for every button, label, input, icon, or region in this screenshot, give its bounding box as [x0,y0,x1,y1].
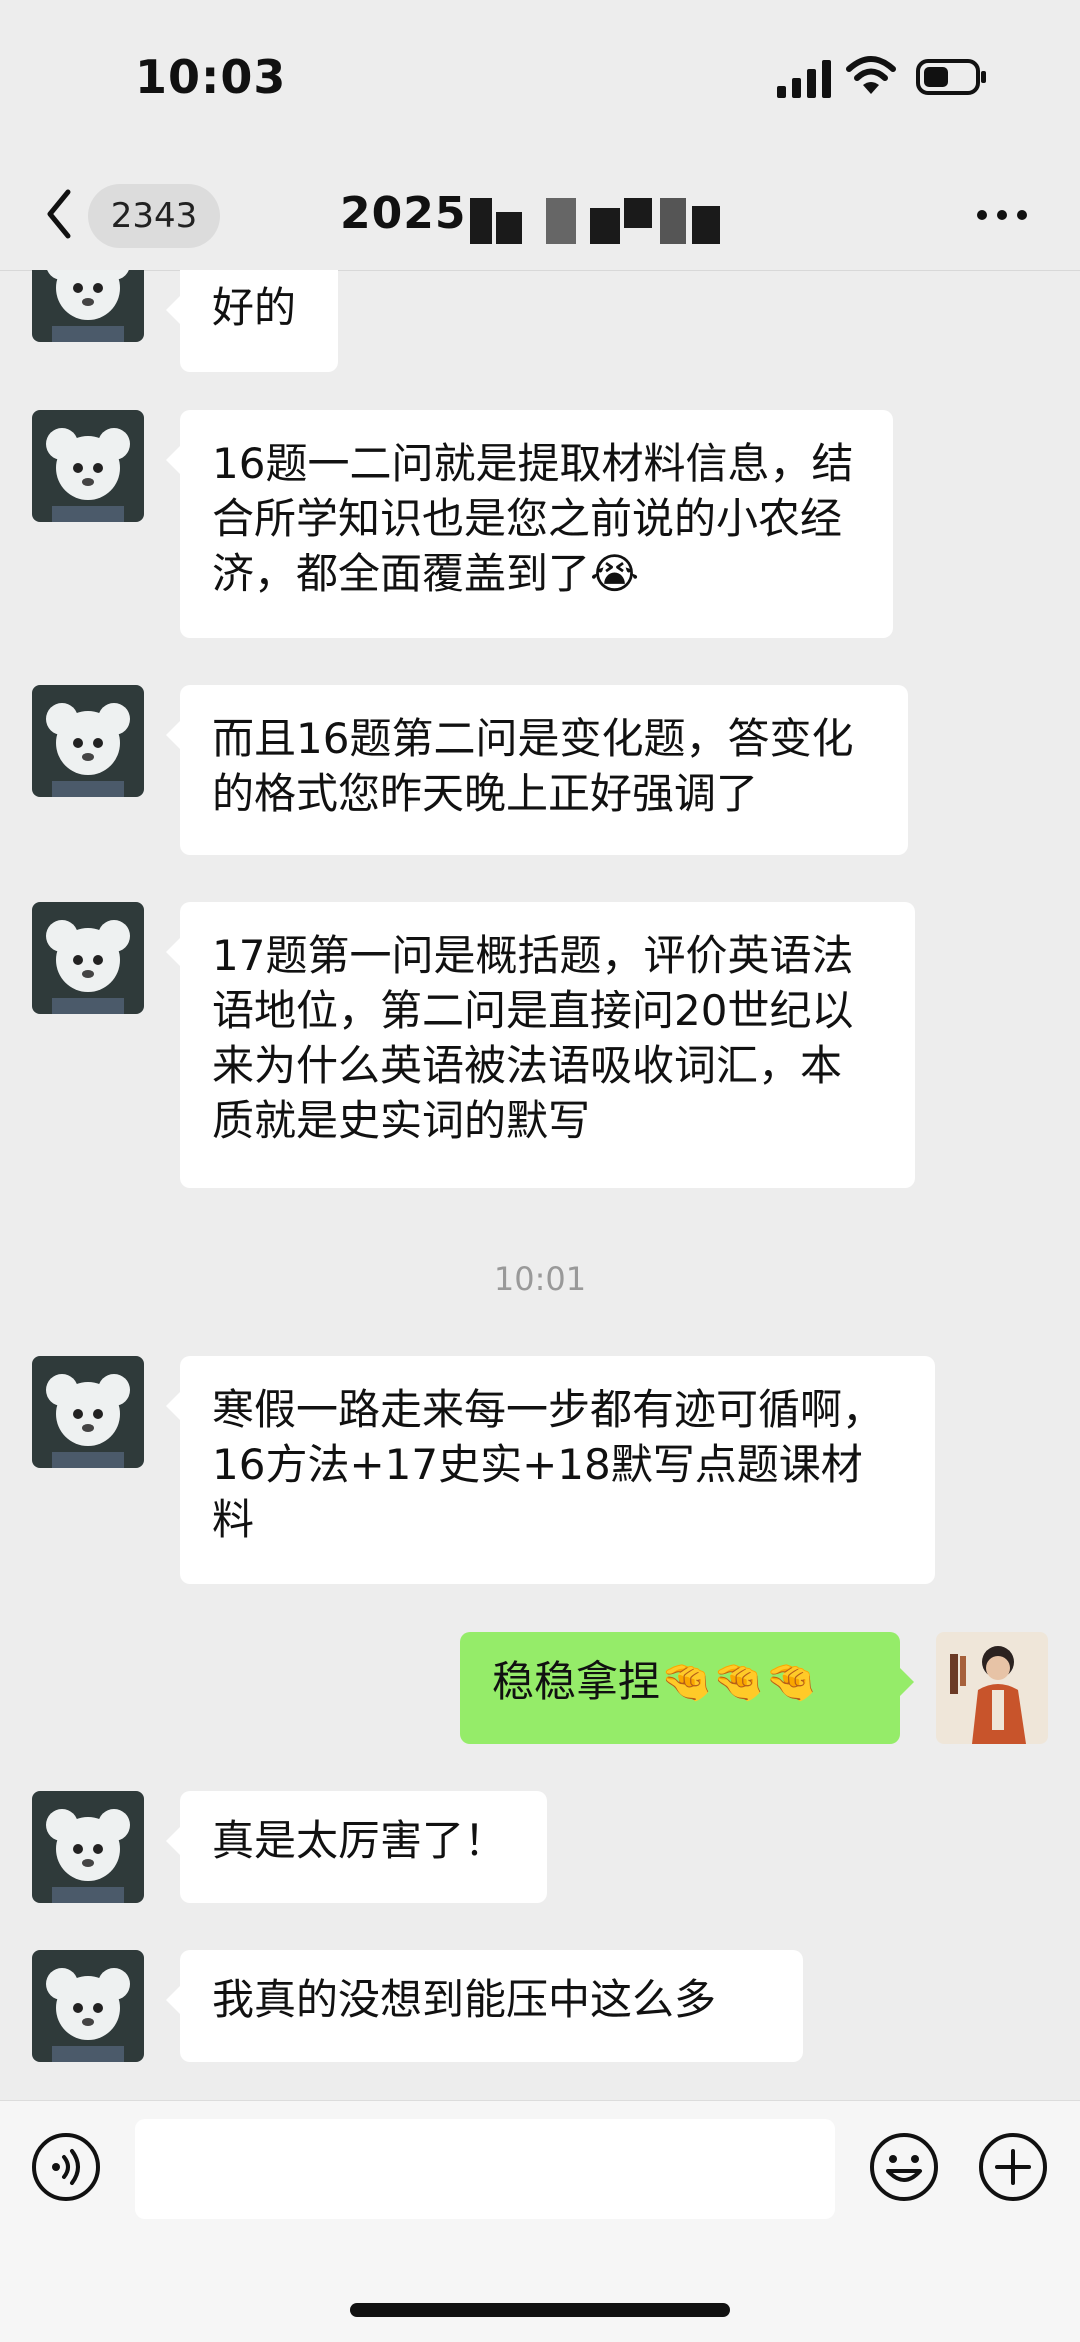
contact-avatar[interactable] [32,1950,144,2062]
message-bubble[interactable]: 17题第一问是概括题，评价英语法语地位，第二问是直接问20世纪以来为什么英语被法… [166,902,915,1188]
message-text: 而且16题第二问是变化题，答变化的格式您昨天晚上正好强调了 [212,714,854,818]
contact-avatar[interactable] [32,1791,144,1903]
signal-bars-icon [777,60,831,98]
battery-icon [916,59,986,95]
more-functions-plus-icon[interactable] [977,2131,1049,2203]
home-indicator [350,2303,730,2317]
sent-message-bubble[interactable]: 稳稳拿捏🤏🤏🤏 [460,1632,914,1744]
contact-avatar[interactable] [32,902,144,1014]
status-bar: 10:03 [0,0,1080,160]
message-bubble[interactable]: 好的 [166,270,338,372]
contact-avatar[interactable] [32,410,144,522]
unread-count-badge[interactable]: 2343 [88,184,220,248]
message-bubble[interactable]: 真是太厉害了！ [166,1791,547,1903]
my-avatar[interactable] [936,1632,1048,1744]
input-bar [0,2100,1080,2342]
chat-title: 2025 [340,188,467,239]
redacted-title-mosaic [470,198,732,244]
message-text: 好的 [212,283,297,332]
message-bubble[interactable]: 而且16题第二问是变化题，答变化的格式您昨天晚上正好强调了 [166,685,908,855]
message-list[interactable]: 好的 16题一二问就是提取材料信息，结合所学知识也是您之前说的小农经济，都全面覆… [0,270,1080,2100]
message-timestamp: 10:01 [493,1260,587,1298]
contact-avatar[interactable] [32,685,144,797]
more-options-icon[interactable] [975,190,1031,240]
voice-input-icon[interactable] [30,2131,102,2203]
contact-avatar[interactable] [32,270,144,342]
emoji-icon[interactable] [868,2131,940,2203]
message-text: 16题一二问就是提取材料信息，结合所学知识也是您之前说的小农经济，都全面覆盖到了… [212,439,854,598]
message-text: 真是太厉害了！ [212,1816,507,1865]
message-bubble[interactable]: 我真的没想到能压中这么多 [166,1950,803,2062]
message-text: 17题第一问是概括题，评价英语法语地位，第二问是直接问20世纪以来为什么英语被法… [212,931,854,1145]
contact-avatar[interactable] [32,1356,144,1468]
message-text: 稳稳拿捏🤏🤏🤏 [492,1657,817,1706]
wifi-icon [846,56,896,94]
status-time: 10:03 [135,50,287,104]
back-arrow-icon[interactable] [40,184,80,244]
message-input[interactable] [135,2119,835,2219]
message-text: 寒假一路走来每一步都有迹可循啊，16方法+17史实+18默写点题课材料 [212,1385,885,1544]
message-bubble[interactable]: 16题一二问就是提取材料信息，结合所学知识也是您之前说的小农经济，都全面覆盖到了… [166,410,893,638]
message-text: 我真的没想到能压中这么多 [212,1975,717,2024]
chat-header: 2343 2025 [0,160,1080,271]
message-bubble[interactable]: 寒假一路走来每一步都有迹可循啊，16方法+17史实+18默写点题课材料 [166,1356,935,1584]
